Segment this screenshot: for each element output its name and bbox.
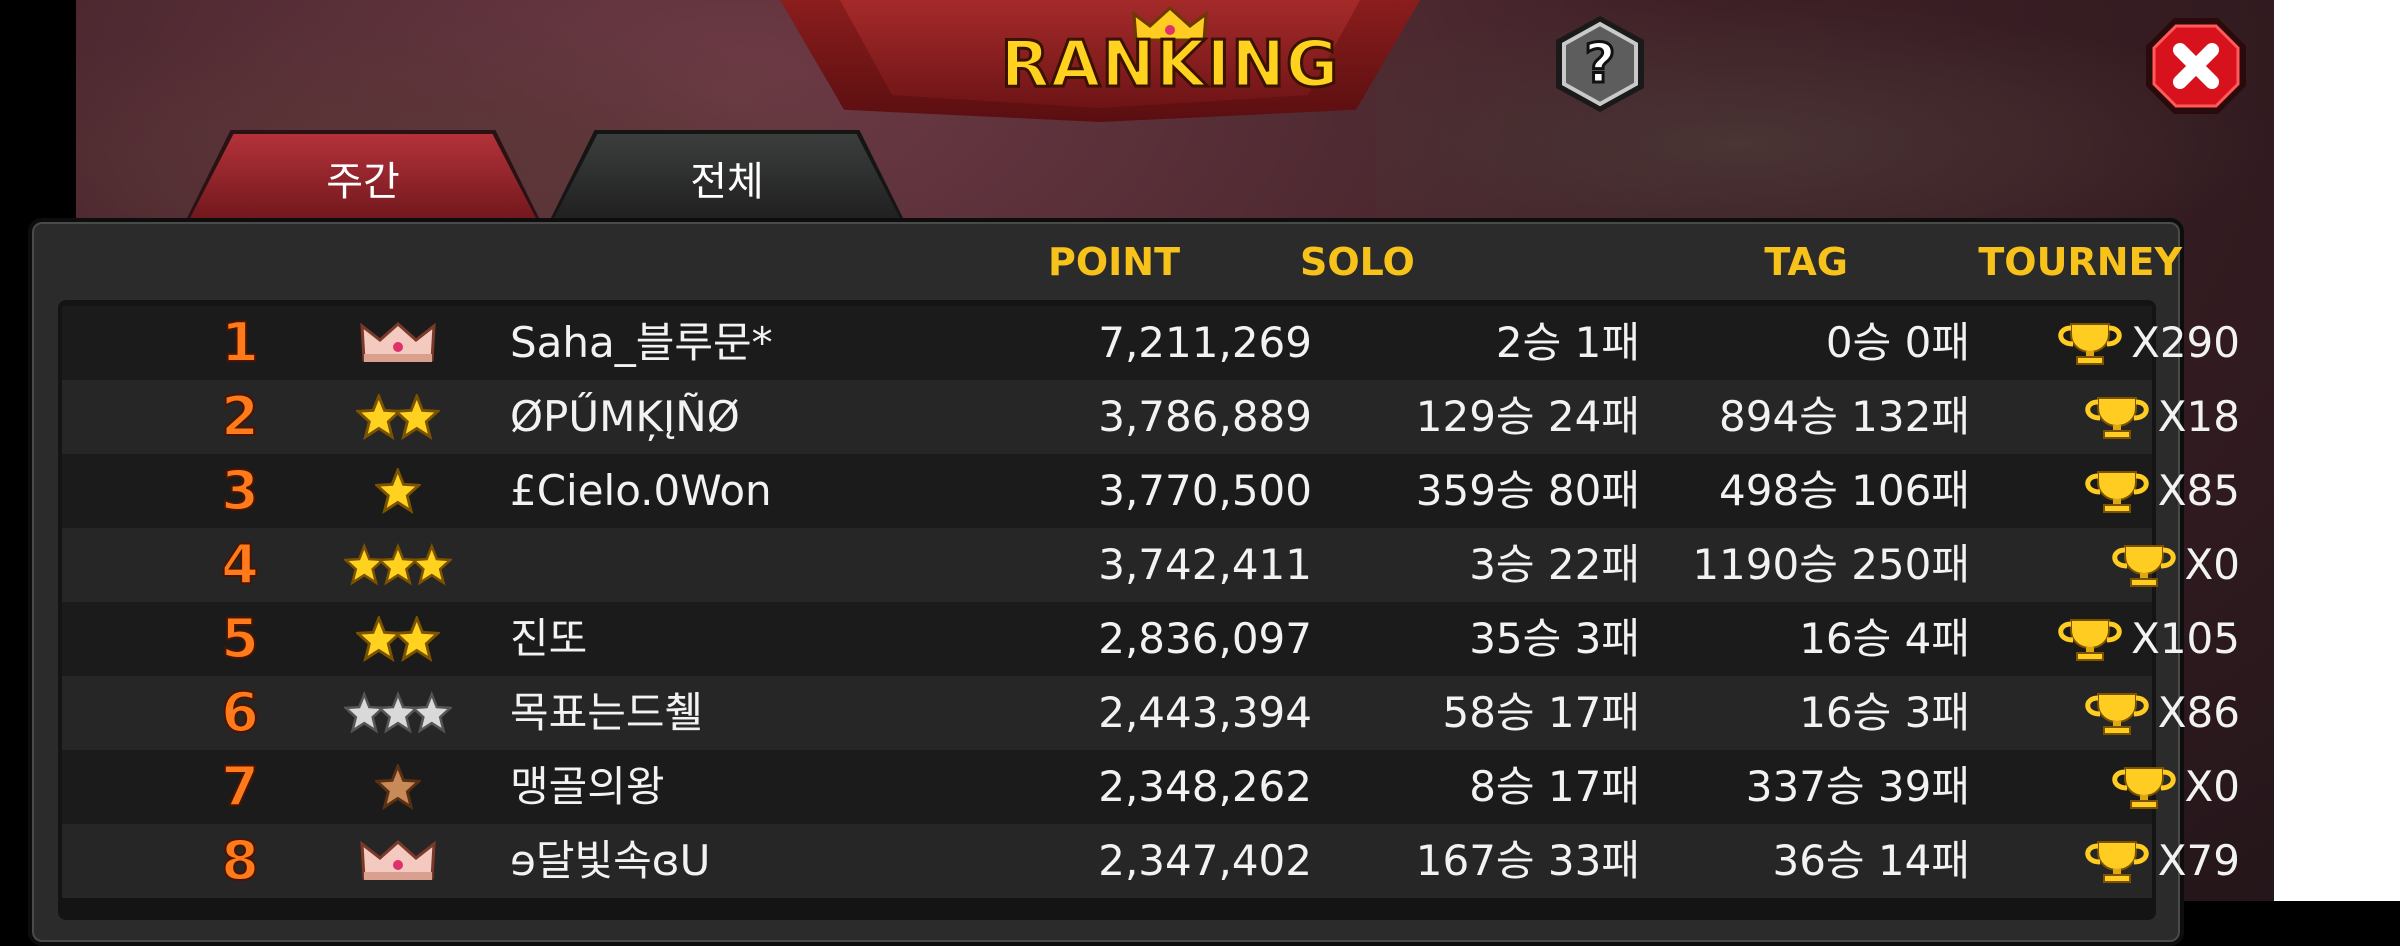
column-header-tourney: TOURNEY: [1978, 240, 2182, 284]
rank-badge-icon: [344, 602, 452, 676]
ranking-row[interactable]: 8 ɘ달빛속ɞU 2,347,402 167승 33패 36승 14패 X79: [62, 824, 2240, 898]
rank-badge-icon: [344, 380, 452, 454]
point-value: 2,836,097: [1098, 614, 1312, 663]
player-name: 진또: [510, 614, 588, 663]
question-icon: ?: [1584, 32, 1615, 95]
player-name: ØPŰMĶĮÑØ: [510, 392, 740, 441]
rank-number: 5: [220, 606, 260, 671]
solo-record: 3승 22패: [1469, 540, 1640, 589]
tourney-count: X79: [2157, 836, 2240, 885]
tourney-wins: X79: [1982, 824, 2240, 898]
rank-number: 6: [220, 680, 260, 745]
point-value: 3,742,411: [1098, 540, 1312, 589]
tourney-count: X0: [2184, 540, 2241, 589]
tag-record: 0승 0패: [1825, 318, 1970, 367]
point-value: 3,770,500: [1098, 466, 1312, 515]
tourney-wins: X85: [1982, 454, 2240, 528]
rank-number: 1: [220, 310, 260, 375]
tab-weekly[interactable]: 주간: [188, 134, 538, 222]
rank-badge-icon: [344, 306, 452, 380]
ranking-row[interactable]: 7 맹골의왕 2,348,262 8승 17패 337승 39패 X0: [62, 750, 2240, 824]
point-value: 2,348,262: [1098, 762, 1312, 811]
rank-number: 7: [220, 754, 260, 819]
solo-record: 2승 1패: [1495, 318, 1640, 367]
tag-record: 16승 3패: [1799, 688, 1970, 737]
tag-record: 16승 4패: [1799, 614, 1970, 663]
rank-badge-icon: [344, 824, 452, 898]
close-button[interactable]: [2142, 14, 2250, 118]
point-value: 2,347,402: [1098, 836, 1312, 885]
rank-badge-icon: [344, 454, 452, 528]
trophy-icon: [2085, 397, 2149, 439]
solo-record: 58승 17패: [1442, 688, 1640, 737]
solo-record: 359승 80패: [1415, 466, 1640, 515]
ranking-row[interactable]: 1 Saha_블루문* 7,211,269 2승 1패 0승 0패 X290: [62, 306, 2240, 380]
rank-badge-icon: [344, 750, 452, 824]
rank-number: 3: [220, 458, 260, 523]
trophy-icon: [2085, 841, 2149, 883]
tourney-count: X86: [2157, 688, 2240, 737]
solo-record: 8승 17패: [1469, 762, 1640, 811]
tourney-wins: X86: [1982, 676, 2240, 750]
column-header-tag: TAG: [1764, 240, 1848, 284]
tag-record: 36승 14패: [1772, 836, 1970, 885]
ranking-row[interactable]: 2 ØPŰMĶĮÑØ 3,786,889 129승 24패 894승 132패 X18: [62, 380, 2240, 454]
point-value: 3,786,889: [1098, 392, 1312, 441]
trophy-icon: [2085, 693, 2149, 735]
point-value: 2,443,394: [1098, 688, 1312, 737]
player-name: Saha_블루문*: [510, 318, 773, 367]
tag-record: 498승 106패: [1719, 466, 1970, 515]
page-title: RANKING: [999, 28, 1340, 102]
background-rocks-right: [1376, 0, 2274, 240]
tag-record: 1190승 250패: [1692, 540, 1970, 589]
rank-badge-icon: [344, 528, 452, 602]
player-name: £Cielo.0Won: [510, 466, 772, 515]
player-name: 목표는드췔: [510, 688, 704, 737]
tag-record: 337승 39패: [1745, 762, 1970, 811]
rank-number: 4: [220, 532, 260, 597]
column-header-solo: SOLO: [1300, 240, 1415, 284]
trophy-icon: [2058, 323, 2122, 365]
tourney-count: X85: [2157, 466, 2240, 515]
tourney-wins: X290: [1982, 306, 2240, 380]
tag-record: 894승 132패: [1719, 392, 1970, 441]
ranking-row[interactable]: 3 £Cielo.0Won 3,770,500 359승 80패 498승 106패 X8…: [62, 454, 2240, 528]
trophy-icon: [2111, 767, 2176, 809]
solo-record: 167승 33패: [1415, 836, 1640, 885]
ranking-row[interactable]: 4 3,742,411 3승 22패 1190승 250패 X0: [62, 528, 2240, 602]
tab-all[interactable]: 전체: [552, 134, 902, 222]
ranking-row[interactable]: 5 진또 2,836,097 35승 3패 16승 4패 X105: [62, 602, 2240, 676]
solo-record: 35승 3패: [1469, 614, 1640, 663]
tourney-wins: X0: [1982, 750, 2240, 824]
player-name: 맹골의왕: [510, 762, 665, 811]
trophy-icon: [2111, 545, 2176, 587]
solo-record: 129승 24패: [1415, 392, 1640, 441]
trophy-icon: [2058, 619, 2122, 661]
rank-badge-icon: [344, 676, 452, 750]
trophy-icon: [2085, 471, 2149, 513]
ranking-row[interactable]: 6 목표는드췔 2,443,394 58승 17패 16승 3패 X86: [62, 676, 2240, 750]
rank-number: 2: [220, 384, 260, 449]
tourney-count: X105: [2131, 614, 2240, 663]
help-button[interactable]: ?: [1548, 12, 1652, 116]
tourney-count: X18: [2157, 392, 2240, 441]
right-letterbox: [2274, 0, 2400, 901]
player-name: ɘ달빛속ɞU: [510, 836, 711, 885]
tourney-wins: X105: [1982, 602, 2240, 676]
tourney-wins: X0: [1982, 528, 2240, 602]
point-value: 7,211,269: [1098, 318, 1312, 367]
tourney-count: X290: [2131, 318, 2240, 367]
rank-number: 8: [220, 828, 260, 893]
column-header-point: POINT: [1048, 240, 1181, 284]
tourney-count: X0: [2184, 762, 2241, 811]
tourney-wins: X18: [1982, 380, 2240, 454]
